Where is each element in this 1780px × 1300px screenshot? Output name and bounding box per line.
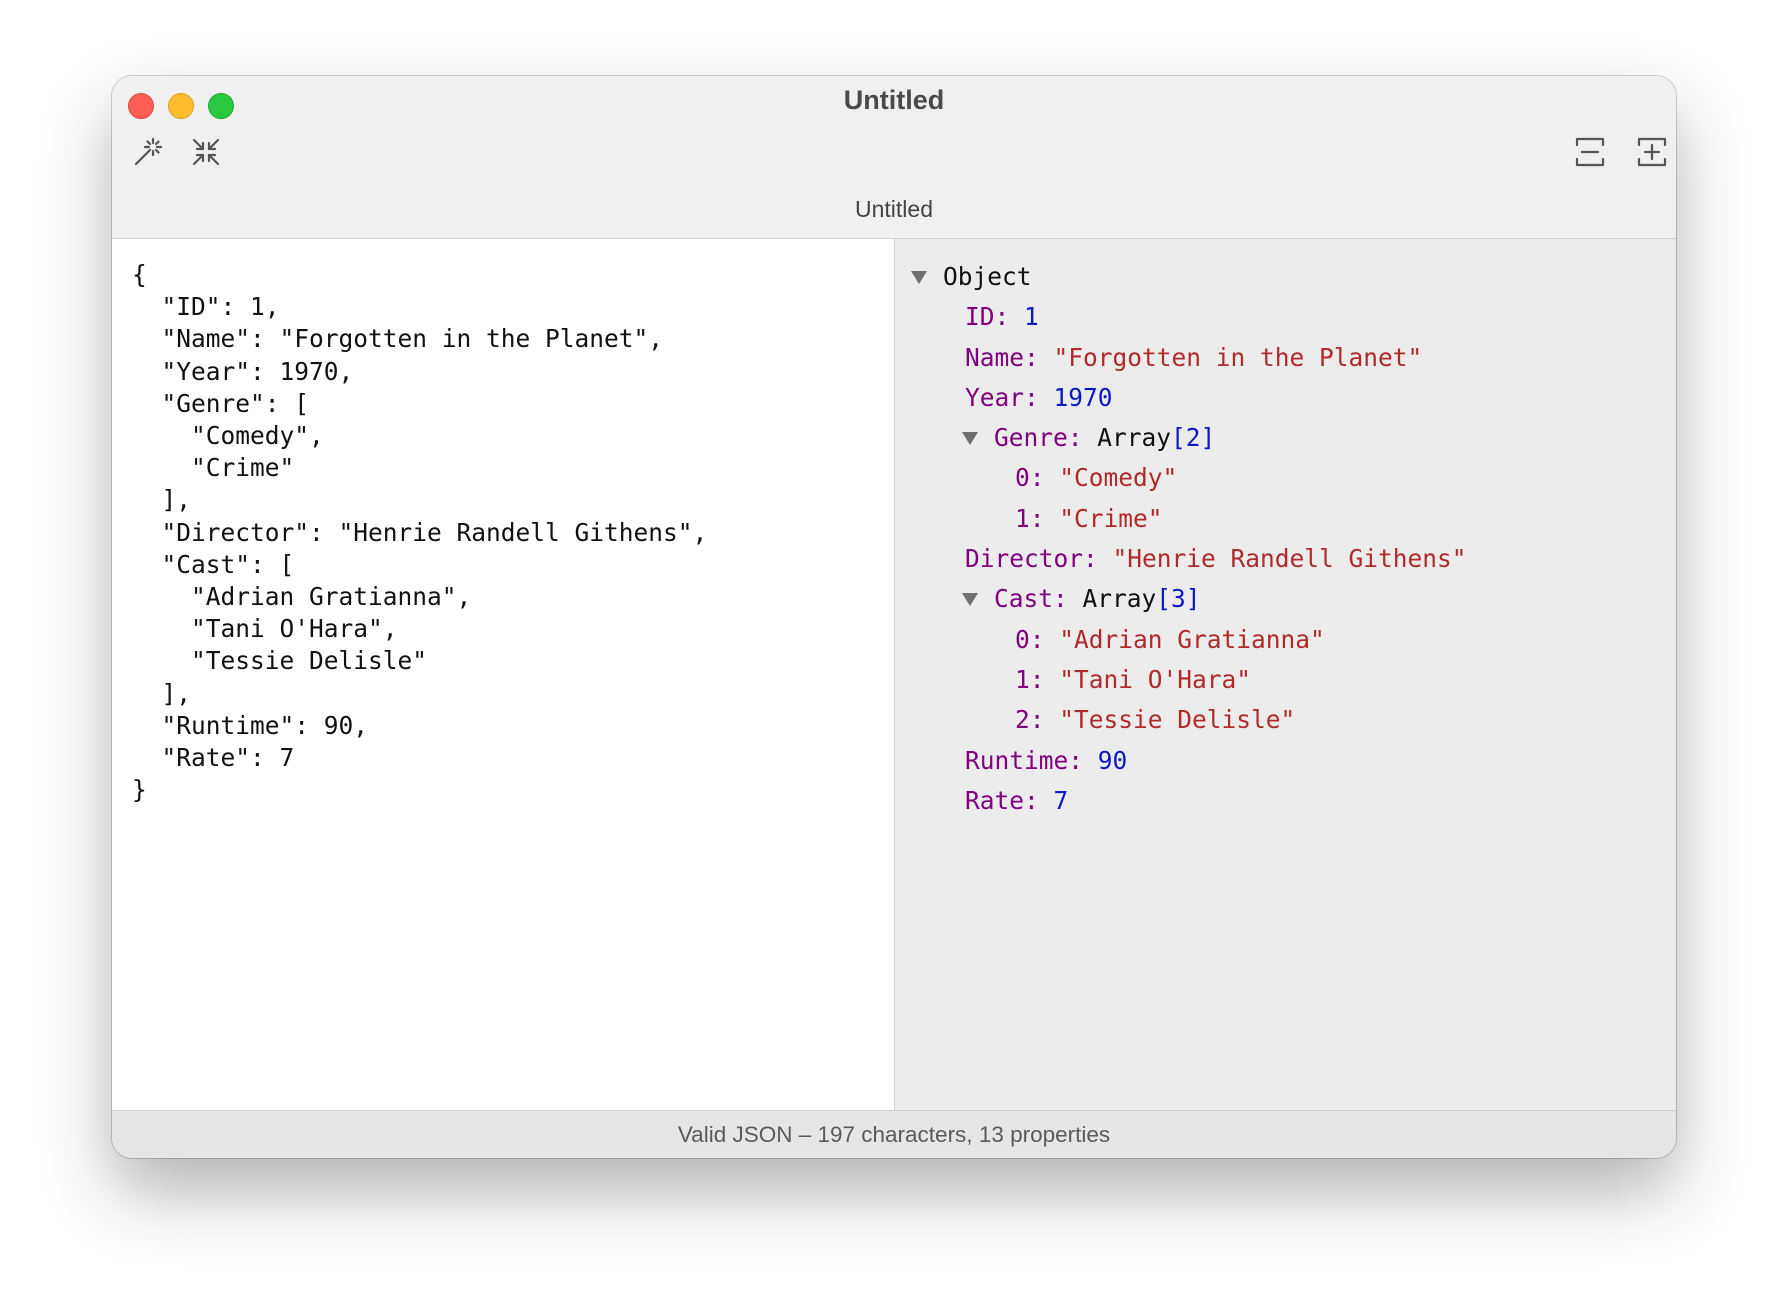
disclosure-triangle-icon[interactable] bbox=[909, 257, 929, 297]
fold-icon bbox=[1575, 137, 1605, 167]
tree-value: 1 bbox=[1024, 302, 1039, 332]
tree-root-label: Object bbox=[943, 262, 1032, 291]
tree-type: Array bbox=[1097, 423, 1172, 453]
expand-icon bbox=[1637, 137, 1667, 167]
tree-row-cast-2[interactable]: 2"Tessie Delisle" bbox=[909, 700, 1467, 740]
tree-row-genre[interactable]: GenreArray[2] bbox=[909, 418, 1467, 458]
tree-value: 7 bbox=[1053, 785, 1069, 815]
tree-value: "Forgotten in the Planet" bbox=[1053, 342, 1423, 372]
title-bar: Untitled Untitled bbox=[112, 76, 1676, 239]
disclosure-triangle-icon[interactable] bbox=[960, 579, 980, 619]
json-editor-pane[interactable]: { "ID": 1, "Name": "Forgotten in the Pla… bbox=[112, 239, 895, 1111]
expand-all-button[interactable] bbox=[1632, 132, 1672, 172]
collapse-icon bbox=[192, 138, 220, 166]
disclosure-triangle-icon[interactable] bbox=[960, 418, 980, 458]
document-tab-title: Untitled bbox=[855, 196, 933, 222]
tree-value: "Crime" bbox=[1059, 503, 1163, 533]
tree-value: "Tani O'Hara" bbox=[1059, 664, 1252, 694]
tree-value: "Adrian Gratianna" bbox=[1059, 624, 1325, 654]
minify-button[interactable] bbox=[186, 132, 226, 172]
tree-row-runtime[interactable]: Runtime90 bbox=[909, 741, 1467, 781]
tree-row-cast[interactable]: CastArray[3] bbox=[909, 579, 1467, 619]
tree-key: Year bbox=[965, 383, 1054, 412]
app-window: Untitled Untitled {"ID": 1, "Name": "Fo… bbox=[112, 76, 1676, 1158]
json-text-editor[interactable]: { "ID": 1, "Name": "Forgotten in the Pla… bbox=[132, 259, 707, 806]
tree-value: 90 bbox=[1097, 745, 1128, 775]
tree-row-rate[interactable]: Rate7 bbox=[909, 781, 1467, 821]
tree-key: 0 bbox=[1015, 463, 1059, 492]
tree-view-pane: Object ID1 Name"Forgotten in the Planet"… bbox=[895, 239, 1676, 1111]
window-title: Untitled bbox=[843, 85, 945, 115]
magic-wand-icon bbox=[134, 137, 163, 166]
tree-key: Runtime bbox=[965, 746, 1098, 775]
tree-row-year[interactable]: Year1970 bbox=[909, 378, 1467, 418]
tree-key: ID bbox=[965, 302, 1024, 331]
tree-key: Name bbox=[965, 343, 1054, 372]
tree-row-cast-0[interactable]: 0"Adrian Gratianna" bbox=[909, 620, 1467, 660]
tree-value: "Comedy" bbox=[1059, 463, 1178, 493]
tree-count: [2] bbox=[1171, 423, 1216, 453]
tree-key: Director bbox=[965, 544, 1113, 573]
json-tree: Object ID1 Name"Forgotten in the Planet"… bbox=[909, 257, 1467, 821]
tree-row-cast-1[interactable]: 1"Tani O'Hara" bbox=[909, 660, 1467, 700]
tree-row-genre-0[interactable]: 0"Comedy" bbox=[909, 458, 1467, 498]
tree-key: 0 bbox=[1015, 625, 1059, 654]
tree-row-id[interactable]: ID1 bbox=[909, 297, 1467, 337]
tree-row-root[interactable]: Object bbox=[909, 257, 1467, 297]
tree-key: Genre bbox=[994, 423, 1097, 452]
tree-key: 1 bbox=[1015, 665, 1059, 694]
status-bar: Valid JSON – 197 characters, 13 properti… bbox=[112, 1110, 1676, 1158]
format-button[interactable] bbox=[128, 132, 168, 172]
tree-key: Cast bbox=[994, 584, 1083, 613]
tree-count: [3] bbox=[1156, 584, 1201, 614]
tree-key: 2 bbox=[1015, 705, 1059, 734]
tree-row-genre-1[interactable]: 1"Crime" bbox=[909, 499, 1467, 539]
tree-type: Array bbox=[1082, 584, 1157, 614]
tree-value: "Henrie Randell Githens" bbox=[1112, 544, 1467, 574]
tree-row-director[interactable]: Director"Henrie Randell Githens" bbox=[909, 539, 1467, 579]
tree-row-name[interactable]: Name"Forgotten in the Planet" bbox=[909, 338, 1467, 378]
tree-key: Rate bbox=[965, 786, 1054, 815]
collapse-all-button[interactable] bbox=[1570, 132, 1610, 172]
tree-value: "Tessie Delisle" bbox=[1059, 705, 1296, 735]
tree-key: 1 bbox=[1015, 504, 1059, 533]
tree-value: 1970 bbox=[1053, 382, 1113, 412]
